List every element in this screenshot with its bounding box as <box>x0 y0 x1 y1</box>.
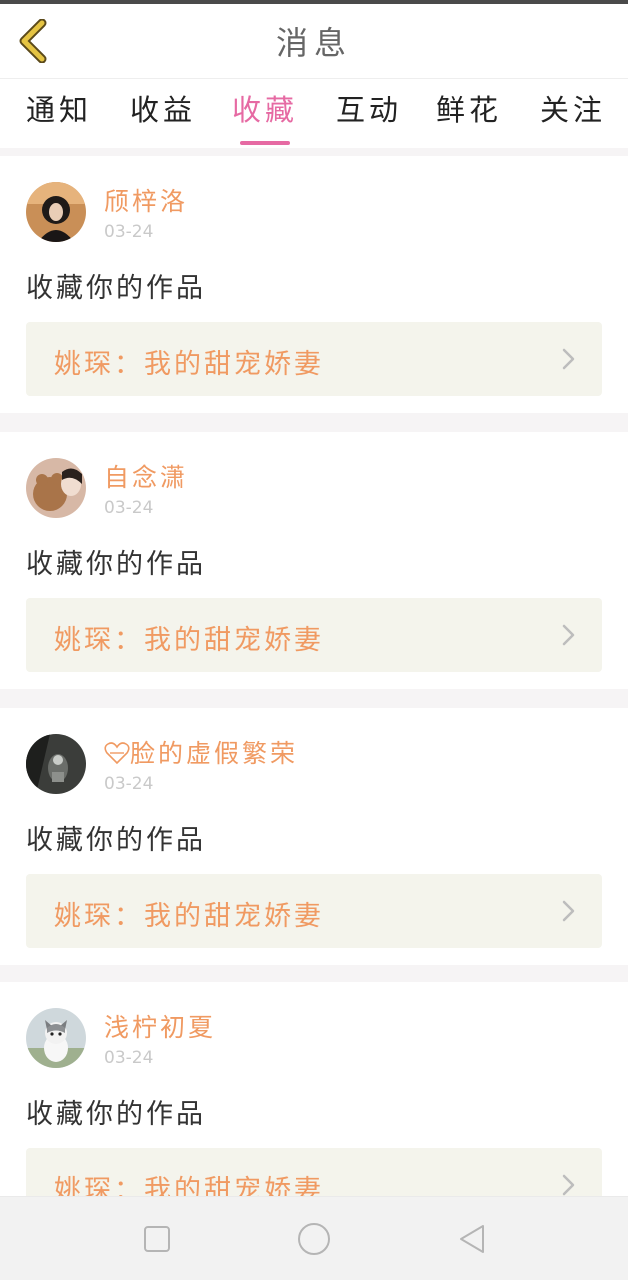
page-title: 消息 <box>275 24 352 62</box>
avatar[interactable] <box>26 1008 86 1068</box>
work-link[interactable]: 姚琛：我的甜宠娇妻 <box>26 874 602 948</box>
tab-favorites[interactable]: 收藏 <box>232 87 299 145</box>
list-item: 自念潇 03-24 收藏你的作品 姚琛：我的甜宠娇妻 <box>0 432 628 689</box>
chevron-right-icon <box>562 900 575 922</box>
timestamp: 03-24 <box>104 222 154 242</box>
work-link[interactable]: 姚琛：我的甜宠娇妻 <box>26 1148 602 1196</box>
activity-text: 收藏你的作品 <box>26 825 206 856</box>
list-item: 浅柠初夏 03-24 收藏你的作品 姚琛：我的甜宠娇妻 <box>0 982 628 1196</box>
recent-apps-button[interactable] <box>137 1219 177 1259</box>
recent-apps-icon <box>144 1226 170 1252</box>
work-title: 姚琛：我的甜宠娇妻 <box>54 901 324 932</box>
user-name[interactable]: 颀梓洛 <box>104 182 188 218</box>
system-nav-bar <box>0 1196 628 1280</box>
broken-heart-icon <box>104 742 130 765</box>
timestamp: 03-24 <box>104 498 154 518</box>
timestamp: 03-24 <box>104 1048 154 1068</box>
tab-follows[interactable]: 关注 <box>540 87 606 139</box>
system-back-button[interactable] <box>452 1219 492 1259</box>
tab-interactions[interactable]: 互动 <box>336 87 402 139</box>
tab-earnings[interactable]: 收益 <box>130 87 196 139</box>
work-link[interactable]: 姚琛：我的甜宠娇妻 <box>26 322 602 396</box>
home-icon <box>298 1223 330 1255</box>
work-link[interactable]: 姚琛：我的甜宠娇妻 <box>26 598 602 672</box>
list-item: 脸的虚假繁荣 03-24 收藏你的作品 姚琛：我的甜宠娇妻 <box>0 708 628 965</box>
tab-bar: 通知 收益 收藏 互动 鲜花 关注 <box>0 78 628 148</box>
back-triangle-icon <box>460 1225 484 1253</box>
chevron-right-icon <box>562 348 575 370</box>
header: 消息 <box>0 4 628 78</box>
user-name[interactable]: 浅柠初夏 <box>104 1008 216 1044</box>
activity-text: 收藏你的作品 <box>26 1099 206 1130</box>
user-name[interactable]: 脸的虚假繁荣 <box>104 734 298 770</box>
chevron-right-icon <box>562 624 575 646</box>
home-button[interactable] <box>294 1219 334 1259</box>
favorites-feed[interactable]: 颀梓洛 03-24 收藏你的作品 姚琛：我的甜宠娇妻 自念潇 03-24 收藏你… <box>0 156 628 1196</box>
user-name-text: 脸的虚假繁荣 <box>130 739 299 768</box>
tab-flowers[interactable]: 鲜花 <box>436 87 502 139</box>
timestamp: 03-24 <box>104 774 154 794</box>
work-title: 姚琛：我的甜宠娇妻 <box>54 349 324 380</box>
tab-notifications[interactable]: 通知 <box>26 87 92 139</box>
user-name[interactable]: 自念潇 <box>104 458 188 494</box>
active-tab-indicator <box>240 141 291 145</box>
avatar[interactable] <box>26 458 86 518</box>
avatar[interactable] <box>26 734 86 794</box>
avatar[interactable] <box>26 182 86 242</box>
list-item: 颀梓洛 03-24 收藏你的作品 姚琛：我的甜宠娇妻 <box>0 156 628 413</box>
chevron-right-icon <box>562 1174 575 1196</box>
tab-favorites-label: 收藏 <box>232 93 299 127</box>
activity-text: 收藏你的作品 <box>26 273 206 304</box>
activity-text: 收藏你的作品 <box>26 549 206 580</box>
work-title: 姚琛：我的甜宠娇妻 <box>54 625 324 656</box>
work-title: 姚琛：我的甜宠娇妻 <box>54 1175 324 1196</box>
